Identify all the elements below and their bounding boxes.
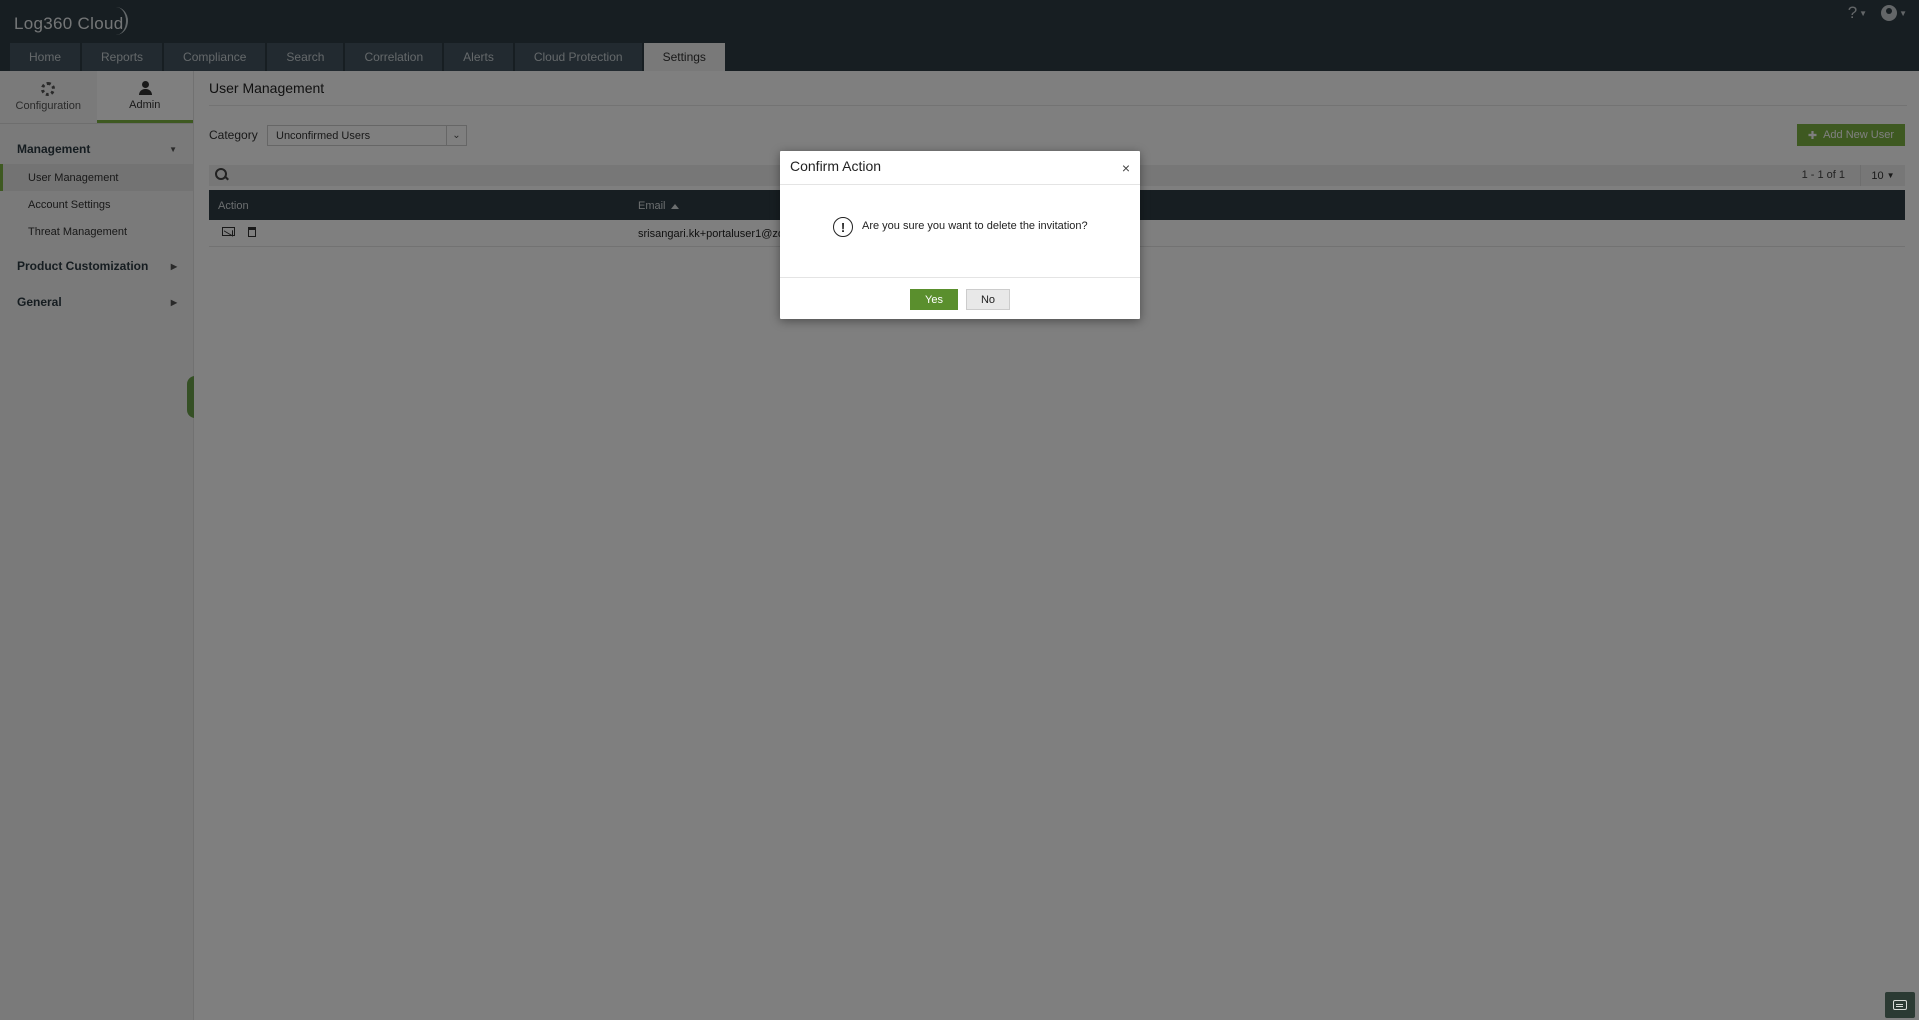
dialog-title: Confirm Action: [790, 158, 882, 174]
close-icon[interactable]: ×: [1122, 160, 1130, 176]
divider: [780, 184, 1140, 185]
confirm-dialog: Confirm Action × ! Are you sure you want…: [780, 151, 1140, 319]
dialog-message: Are you sure you want to delete the invi…: [862, 220, 1088, 232]
warning-icon: !: [833, 217, 853, 237]
divider: [780, 277, 1140, 278]
yes-button[interactable]: Yes: [910, 289, 958, 310]
no-button[interactable]: No: [966, 289, 1010, 310]
chat-icon: [1893, 1000, 1907, 1010]
chat-button[interactable]: [1885, 992, 1915, 1018]
